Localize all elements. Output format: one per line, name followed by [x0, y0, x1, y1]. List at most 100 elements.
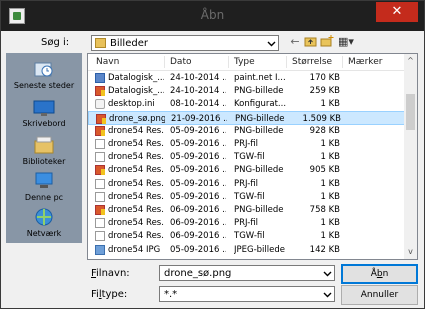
file-size: 1 KB: [320, 139, 340, 149]
file-row[interactable]: drone54 Res... 06-09-2016 ... TGW-fil 1 KB: [88, 229, 406, 243]
file-type: PRJ-fil: [234, 139, 259, 149]
file-png-icon: [95, 125, 105, 136]
file-row[interactable]: drone54 Res... 05-09-2016 ... TGW-fil 1 KB: [88, 150, 406, 164]
file-row[interactable]: Datalogisk_... 24-10-2014 ... paint.net I.…: [88, 71, 406, 85]
file-name: drone54 Res...: [108, 231, 164, 242]
lookin-combo[interactable]: Billeder: [91, 35, 279, 51]
filename-label: Filnavn:: [91, 268, 130, 279]
cancel-button[interactable]: Annuller: [341, 285, 418, 305]
file-date: 05-09-2016 ...: [170, 191, 226, 202]
file-doc-icon: [95, 191, 105, 202]
file-name: drone54 Res...: [108, 139, 164, 149]
file-type: paint.net I...: [234, 73, 286, 83]
file-size: 170 KB: [309, 73, 340, 83]
close-button[interactable]: ✕: [376, 2, 418, 22]
column-type[interactable]: Type: [234, 57, 255, 67]
place-label: Seneste steder: [13, 81, 75, 90]
this-pc-icon: [35, 172, 53, 188]
file-name: drone54 Res...: [108, 125, 164, 136]
file-date: 06-09-2016 ...: [170, 205, 226, 215]
file-date: 06-09-2016 ...: [170, 231, 226, 242]
file-row[interactable]: drone54 Res... 06-09-2016 ... PRJ-fil 1 KB: [88, 216, 406, 230]
file-png-icon: [95, 205, 105, 215]
folder-icon: [95, 38, 106, 48]
new-folder-icon: [320, 35, 334, 47]
place-libraries[interactable]: Biblioteker: [6, 133, 82, 171]
network-icon: [35, 208, 53, 226]
column-size[interactable]: Størrelse: [292, 57, 332, 67]
file-type: TGW-fil: [234, 231, 265, 242]
open-dialog: Åbn ✕ Søg i: Billeder ← ▦▾ Seneste stede…: [0, 0, 425, 309]
file-size: 758 KB: [309, 205, 340, 215]
filetype-select[interactable]: *.*: [159, 286, 335, 302]
libraries-icon: [34, 136, 54, 154]
file-doc-icon: [95, 178, 105, 189]
place-this-pc[interactable]: Denne pc: [6, 169, 82, 207]
vertical-scrollbar[interactable]: ^ v: [404, 54, 417, 259]
recent-places-icon: [34, 62, 53, 77]
file-doc-icon: [95, 218, 105, 229]
column-name[interactable]: Navn: [96, 57, 119, 67]
file-name: Datalogisk_...: [108, 86, 164, 97]
file-size: 1 KB: [320, 218, 340, 229]
file-name: Datalogisk_...: [108, 73, 164, 83]
file-size: 1.509 KB: [302, 113, 341, 124]
file-date: 05-09-2016 ...: [170, 165, 226, 176]
column-date[interactable]: Dato: [170, 57, 191, 67]
filetype-label: Filtype:: [91, 289, 128, 300]
filetype-value: *.*: [164, 289, 178, 300]
file-date: 24-10-2014 ...: [170, 86, 226, 97]
file-type: TGW-fil: [234, 191, 265, 202]
back-button[interactable]: ←: [289, 35, 301, 49]
file-list[interactable]: Navn Dato Type Størrelse Mærker Datalogi…: [87, 53, 418, 260]
place-desktop[interactable]: Skrivebord: [6, 95, 82, 133]
file-name: drone54 Res...: [108, 178, 164, 189]
scroll-up-icon[interactable]: ^: [406, 57, 415, 65]
file-row[interactable]: desktop.ini 08-10-2014 ... Konfigurat... 1 …: [88, 97, 406, 111]
file-name: drone54 Res...: [108, 191, 164, 202]
file-row[interactable]: drone54 Res... 05-09-2016 ... PRJ-fil 1 KB: [88, 137, 406, 151]
file-row[interactable]: drone54 Res... 06-09-2016 ... PNG-billede 7…: [88, 203, 406, 217]
file-row[interactable]: Datalogisk_... 24-10-2014 ... PNG-billede 2…: [88, 84, 406, 98]
file-date: 21-09-2016 ...: [171, 113, 227, 124]
scroll-thumb[interactable]: [406, 94, 415, 130]
file-type: PRJ-fil: [234, 178, 259, 189]
lookin-value: Billeder: [110, 38, 148, 49]
file-ini-icon: [95, 99, 105, 110]
views-menu-button[interactable]: ▦▾: [337, 35, 355, 49]
place-label: Biblioteker: [22, 157, 66, 166]
place-network[interactable]: Netværk: [6, 205, 82, 243]
new-folder-button[interactable]: [320, 35, 334, 49]
up-folder-button[interactable]: [304, 35, 317, 49]
file-date: 08-10-2014 ...: [170, 99, 226, 110]
file-row[interactable]: drone54 Res... 05-09-2016 ... PNG-billede 9…: [88, 124, 406, 138]
file-type: PNG-billede: [234, 125, 284, 136]
place-recent[interactable]: Seneste steder: [6, 57, 82, 95]
file-doc-icon: [95, 139, 105, 149]
file-row[interactable]: drone54 Res... 05-09-2016 ... TGW-fil 1 KB: [88, 190, 406, 204]
file-date: 05-09-2016 ...: [170, 152, 226, 163]
place-label: Netværk: [26, 229, 62, 238]
file-size: 1 KB: [320, 99, 340, 110]
scroll-down-icon[interactable]: v: [406, 248, 415, 256]
file-row[interactable]: drone_sø.png 21-09-2016 ... PNG-billede 1.5…: [88, 110, 406, 125]
places-bar: Seneste steder Skrivebord Biblioteker De…: [6, 53, 82, 243]
title-bar: Åbn ✕: [1, 1, 424, 31]
place-label: Skrivebord: [22, 119, 66, 128]
window-title: Åbn: [200, 8, 225, 22]
list-header: Navn Dato Type Størrelse Mærker: [88, 54, 406, 71]
file-date: 05-09-2016 ...: [170, 244, 226, 255]
file-name: drone54 Res...: [108, 165, 164, 176]
filename-input[interactable]: drone_sø.png: [159, 265, 335, 281]
file-type: PNG-billede: [234, 205, 284, 215]
column-tags[interactable]: Mærker: [348, 57, 382, 67]
open-button[interactable]: Åbn: [341, 264, 418, 284]
chevron-down-icon: [323, 271, 332, 277]
file-size: 1 KB: [320, 191, 340, 202]
file-row[interactable]: drone54 IPG 05-09-2016 ... JPEG-billede 142…: [88, 243, 406, 257]
file-name: drone54 Res...: [108, 218, 164, 229]
place-label: Denne pc: [24, 193, 64, 202]
file-row[interactable]: drone54 Res... 05-09-2016 ... PRJ-fil 1 KB: [88, 177, 406, 191]
file-row[interactable]: drone54 Res... 05-09-2016 ... PNG-billede 9…: [88, 163, 406, 177]
file-date: 05-09-2016 ...: [170, 139, 226, 149]
